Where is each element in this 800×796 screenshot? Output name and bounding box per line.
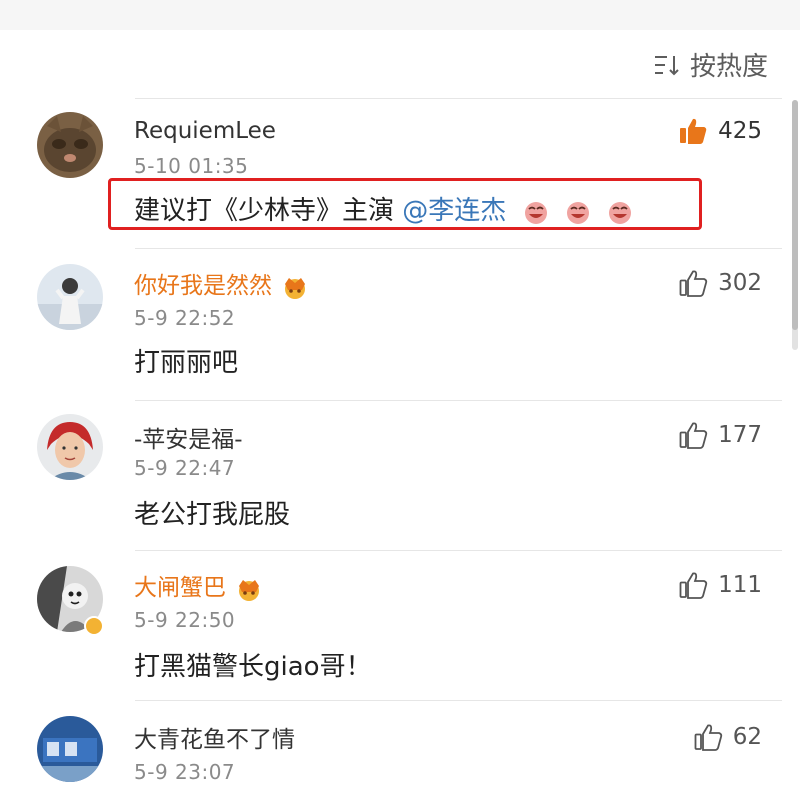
avatar-woman-image [37,414,103,480]
divider [135,700,782,701]
like-button[interactable]: 425 [678,116,762,146]
username[interactable]: -苹安是福- [134,420,243,454]
comment-item: 大闸蟹巴 5-9 22:50 打黑猫警长giao哥！ 111 [0,550,800,700]
thumbs-up-icon [694,724,722,751]
crown-vip-icon [239,579,259,601]
like-count: 425 [718,118,762,144]
crown-vip-icon [285,277,305,299]
avatar[interactable] [37,264,103,330]
comment-item: -苹安是福- 5-9 22:47 老公打我屁股 177 [0,400,800,550]
comment-content: 打丽丽吧 [134,348,239,378]
timestamp: 5-9 22:52 [134,306,236,330]
thumbs-up-icon [679,422,708,449]
username-text: 你好我是然然 [134,273,272,299]
like-button[interactable]: 62 [693,722,762,752]
sort-label: 按热度 [689,52,768,82]
avatar[interactable] [37,414,103,480]
verified-badge-icon [84,616,104,636]
comment-content: 老公打我屁股 [134,500,291,530]
username[interactable]: 你好我是然然 [134,266,310,300]
thumbs-up-icon [679,572,708,599]
comment-item: 你好我是然然 5-9 22:52 打丽丽吧 302 [0,248,800,400]
username[interactable]: 大闸蟹巴 [134,568,264,602]
sort-bar: 按热度 [0,30,800,98]
comment-item: 大青花鱼不了情 5-9 23:07 62 [0,700,800,796]
timestamp: 5-9 22:50 [134,608,236,632]
timestamp: 5-9 23:07 [134,760,236,784]
divider [135,550,782,551]
divider [135,248,782,249]
sort-by-hot-button[interactable]: 按热度 [654,46,768,83]
like-count: 177 [718,422,762,448]
thumbs-up-filled-icon [680,118,707,144]
avatar[interactable] [37,716,103,782]
username-text: 大闸蟹巴 [134,575,226,601]
like-button[interactable]: 111 [678,570,762,600]
timestamp: 5-9 22:47 [134,456,236,480]
thumbs-up-icon [679,270,708,297]
like-button[interactable]: 302 [678,268,762,298]
avatar-sign-image [37,716,103,782]
highlight-box [108,178,702,230]
top-strip [0,0,800,30]
avatar[interactable] [37,112,103,178]
like-button[interactable]: 177 [678,420,762,450]
scrollbar-thumb[interactable] [792,100,798,330]
username[interactable]: RequiemLee [134,118,276,144]
avatar-cat-image [37,112,103,178]
avatar-girl-image [37,264,103,330]
divider [135,400,782,401]
like-count: 62 [732,724,762,750]
username[interactable]: 大青花鱼不了情 [134,720,295,754]
like-count: 111 [718,572,762,598]
like-count: 302 [718,270,762,296]
sort-icon [654,55,679,75]
comment-content: 打黑猫警长giao哥！ [134,652,372,682]
timestamp: 5-10 01:35 [134,154,249,178]
divider [135,98,782,99]
